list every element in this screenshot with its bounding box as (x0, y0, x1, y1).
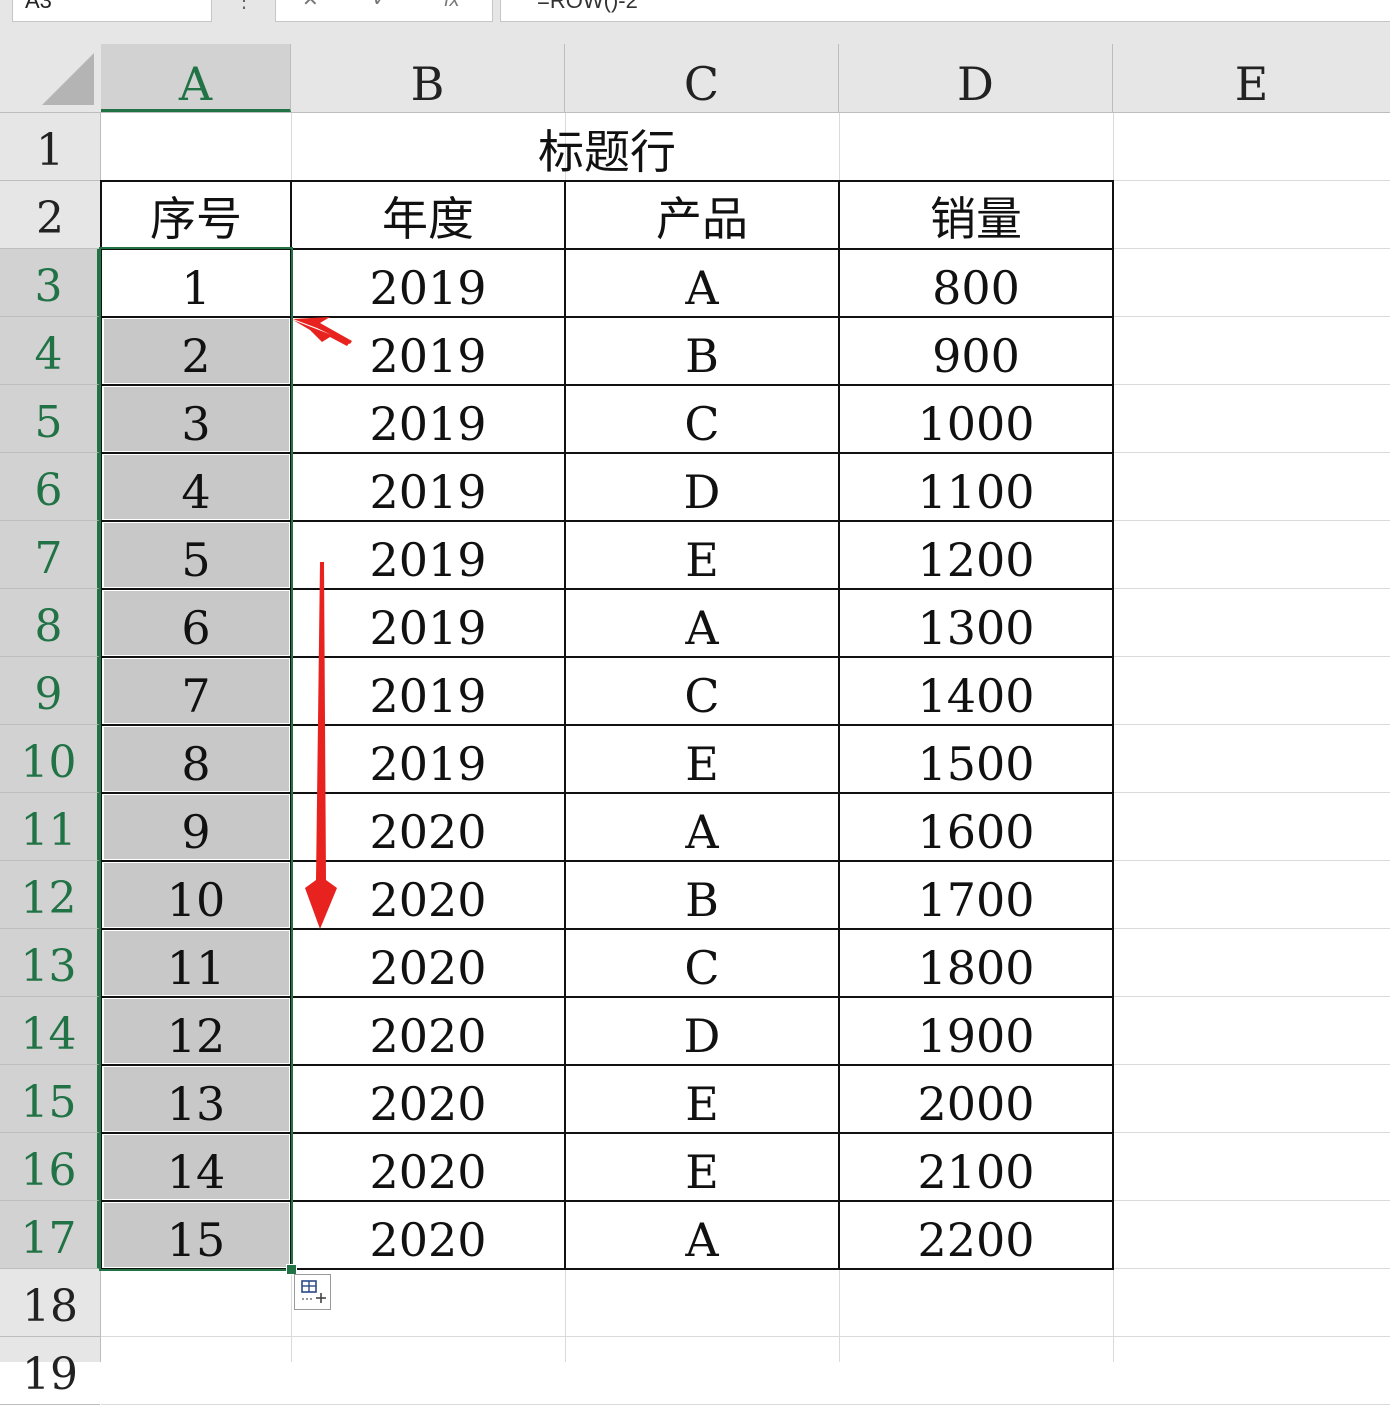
gridline (101, 1404, 1390, 1405)
arrow-down-icon (305, 562, 337, 929)
arrow-left-icon (293, 317, 352, 346)
annotation-layer (293, 317, 352, 929)
